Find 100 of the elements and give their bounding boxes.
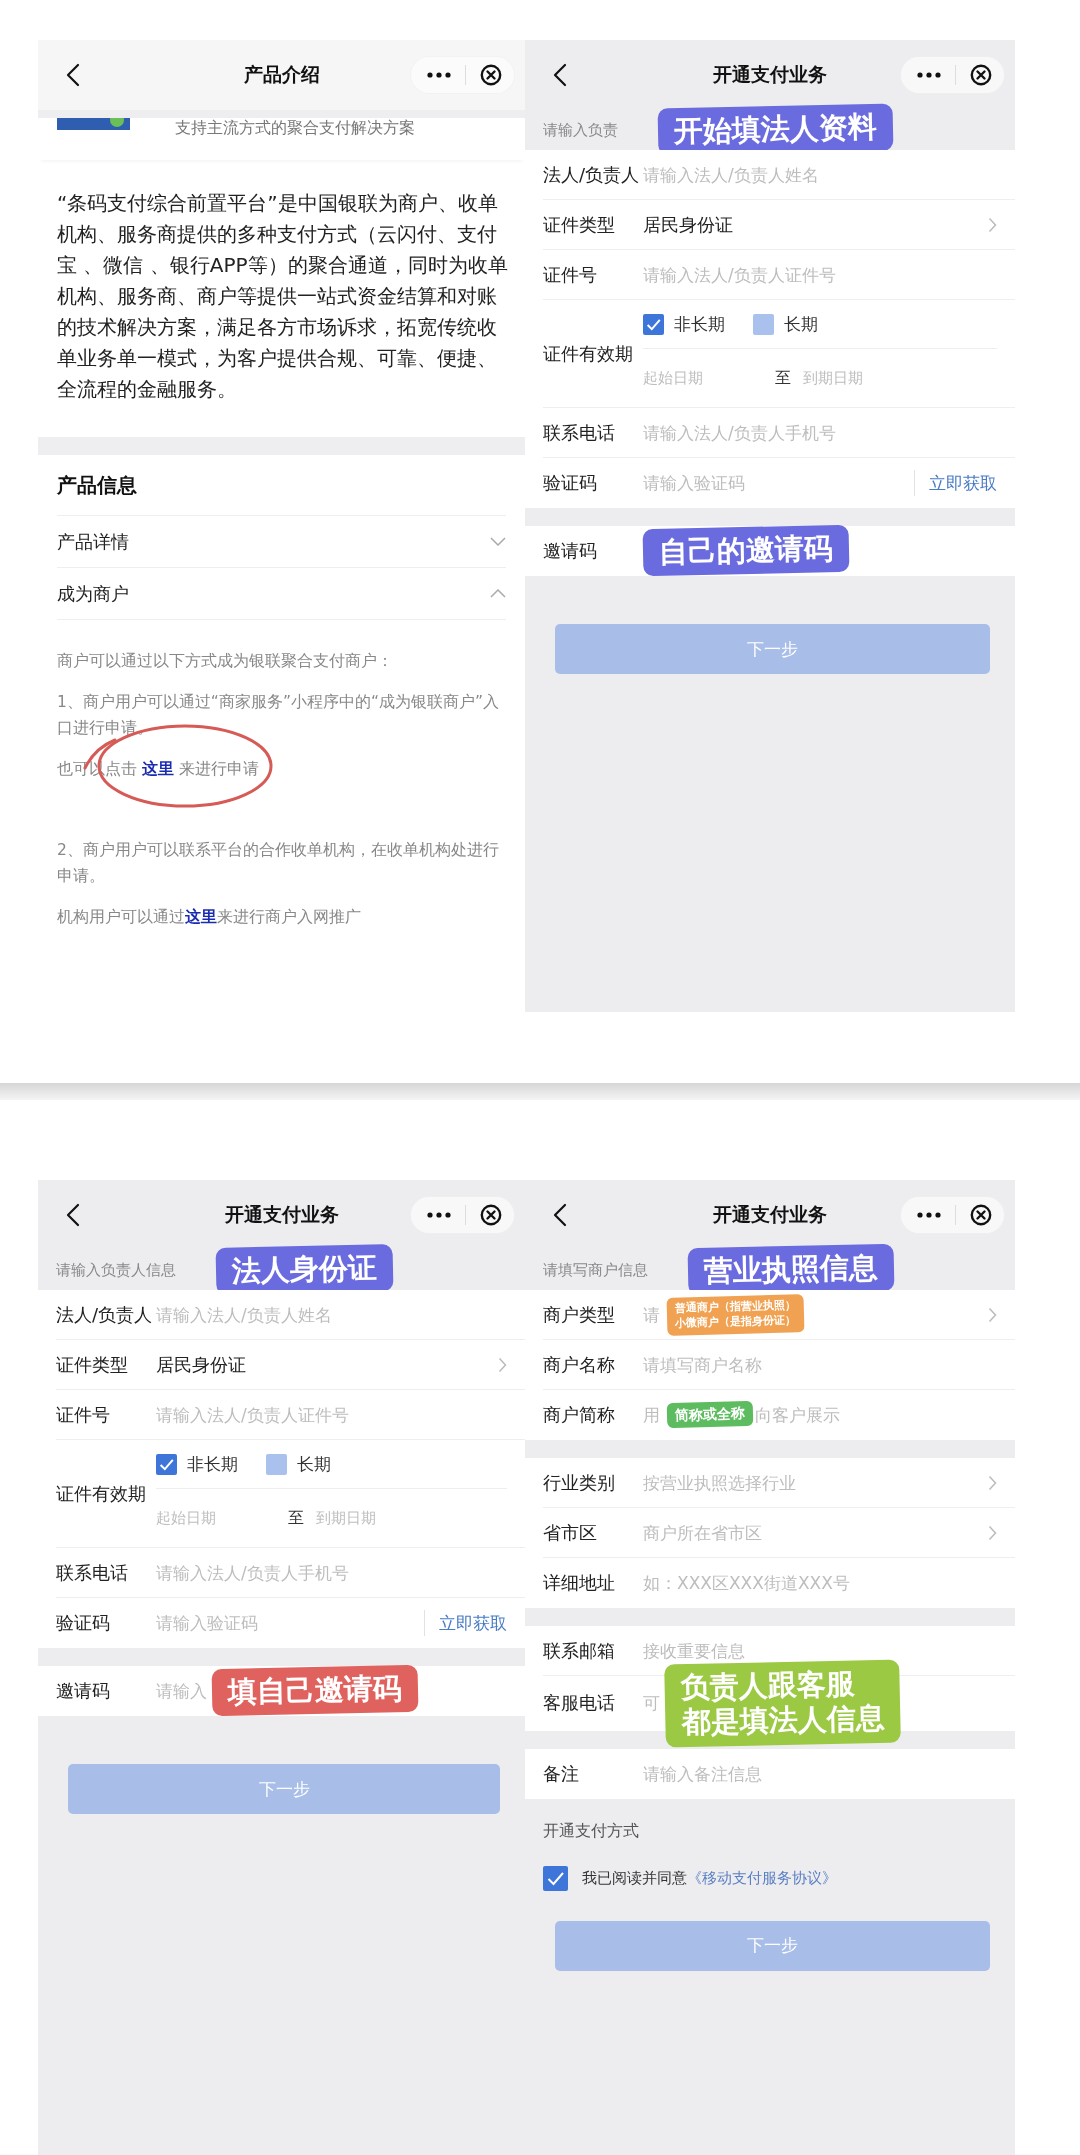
close-icon[interactable] bbox=[480, 1204, 502, 1226]
body-text: 机构用户可以通过这里来进行商户入网推广 bbox=[57, 907, 362, 928]
input-field[interactable]: 请输入备注信息 bbox=[643, 1760, 997, 1787]
field-label: 证件有效期 bbox=[543, 341, 634, 366]
page-title: 开通支付业务 bbox=[713, 1202, 827, 1227]
separator-text: 至 bbox=[288, 1507, 304, 1529]
checkbox[interactable] bbox=[643, 313, 664, 335]
date-field[interactable]: 起始日期 bbox=[643, 365, 775, 391]
input-field[interactable]: 请输入法人/负责人手机号 bbox=[156, 1559, 507, 1586]
more-icon[interactable] bbox=[427, 72, 451, 78]
here-link[interactable]: 这里 bbox=[185, 908, 217, 926]
date-field[interactable]: 到期日期 bbox=[316, 1505, 448, 1531]
field-label: 商户简称 bbox=[543, 1403, 616, 1427]
field-label: 行业类别 bbox=[543, 1470, 616, 1495]
field-label: 联系邮箱 bbox=[543, 1638, 616, 1663]
separator-text: 至 bbox=[775, 367, 791, 389]
input-field[interactable]: 请输入 bbox=[156, 1678, 213, 1704]
back-icon[interactable] bbox=[66, 1203, 80, 1227]
page-title: 开通支付业务 bbox=[224, 1202, 339, 1227]
back-icon[interactable] bbox=[553, 1203, 567, 1227]
input-field[interactable]: 请输入法人/负责人手机号 bbox=[643, 419, 997, 446]
field-label: 证件类型 bbox=[56, 1352, 129, 1377]
agreement-link[interactable]: 《移动支付服务协议》 bbox=[687, 1869, 837, 1886]
accordion-item[interactable]: 产品详情 bbox=[57, 515, 506, 567]
input-field[interactable]: 可 bbox=[643, 1690, 666, 1717]
checkbox[interactable] bbox=[543, 1865, 568, 1891]
chevron-right-icon bbox=[988, 1474, 997, 1491]
option-label[interactable]: 非长期 bbox=[674, 312, 725, 336]
section-hint: 开通支付方式 bbox=[542, 1819, 640, 1842]
section-hint: 请输入负责人信息 bbox=[56, 1260, 176, 1280]
get-code-link[interactable]: 立即获取 bbox=[929, 471, 997, 495]
option-label[interactable]: 非长期 bbox=[187, 1452, 238, 1476]
field-label: 商户类型 bbox=[543, 1302, 616, 1327]
accordion-item[interactable]: 成为商户 bbox=[57, 567, 506, 619]
option-label[interactable]: 长期 bbox=[784, 312, 818, 336]
agreement-text: 我已阅读并同意《移动支付服务协议》 bbox=[582, 1868, 837, 1888]
field-label: 法人/负责人 bbox=[543, 162, 641, 187]
section-hint: 请输入负责 bbox=[543, 120, 618, 140]
more-icon[interactable] bbox=[427, 1212, 451, 1218]
field-label: 证件号 bbox=[543, 262, 598, 287]
page-title: 产品介绍 bbox=[243, 62, 320, 87]
here-link[interactable]: 这里 bbox=[141, 760, 174, 778]
back-icon[interactable] bbox=[553, 63, 567, 87]
body-text: 商户可以通过以下方式成为银联聚合支付商户： bbox=[57, 651, 394, 672]
input-field[interactable]: 请输入验证码 bbox=[156, 1610, 410, 1636]
annotation-text: 负责人跟客服 bbox=[680, 1666, 856, 1705]
field-label: 法人/负责人 bbox=[56, 1302, 154, 1327]
chevron-right-icon bbox=[498, 1356, 507, 1373]
more-icon[interactable] bbox=[917, 1212, 941, 1218]
checkbox[interactable] bbox=[156, 1453, 177, 1475]
field-label: 商户名称 bbox=[543, 1352, 616, 1377]
field-label: 验证码 bbox=[56, 1611, 111, 1635]
chevron-right-icon bbox=[988, 1306, 997, 1323]
annotation-label: 自己的邀请码 bbox=[642, 525, 850, 577]
section-title: 产品信息 bbox=[56, 471, 138, 499]
select-field[interactable]: 请 bbox=[643, 1301, 666, 1328]
checkbox[interactable] bbox=[266, 1453, 287, 1475]
back-icon[interactable] bbox=[66, 63, 80, 87]
input-field[interactable]: 请输入法人/负责人姓名 bbox=[643, 161, 997, 188]
field-label: 证件号 bbox=[56, 1402, 111, 1427]
close-icon[interactable] bbox=[480, 64, 502, 86]
annotation-text: 普通商户（指营业执照） bbox=[674, 1298, 797, 1315]
input-field[interactable]: 用 bbox=[643, 1402, 666, 1428]
select-field[interactable]: 按营业执照选择行业 bbox=[643, 1469, 978, 1496]
chevron-right-icon bbox=[988, 1524, 997, 1541]
more-icon[interactable] bbox=[917, 72, 941, 78]
field-label: 详细地址 bbox=[543, 1571, 616, 1595]
field-label: 备注 bbox=[543, 1761, 580, 1786]
input-field[interactable]: 接收重要信息 bbox=[643, 1637, 997, 1664]
input-field[interactable]: 如：XXX区XXX街道XXX号 bbox=[643, 1570, 997, 1596]
description-text: “条码支付综合前置平台”是中国银联为商户、收单机构、服务商提供的多种支付方式（云闪付、支付宝 、微信 、银行APP等）的聚合通道，同时为收单机构、服务商、商户等提供一站式资金结算和对账的技术解决方案，满足各方市场诉求，拓宽传统收单业务单一模式，为客户提供合规、可靠、便捷、全流程的金融服务。 bbox=[56, 190, 509, 403]
select-value[interactable]: 居民身份证 bbox=[156, 1352, 246, 1377]
date-field[interactable]: 到期日期 bbox=[803, 365, 935, 391]
field-label: 邀请码 bbox=[543, 539, 598, 563]
field-label: 联系电话 bbox=[56, 1560, 129, 1585]
field-label: 客服电话 bbox=[543, 1691, 616, 1716]
input-field[interactable]: 请输入验证码 bbox=[643, 470, 900, 496]
option-label[interactable]: 长期 bbox=[297, 1452, 331, 1476]
annotation-label: 简称或全称 bbox=[666, 1401, 754, 1429]
close-icon[interactable] bbox=[970, 64, 992, 86]
date-field[interactable]: 起始日期 bbox=[156, 1505, 288, 1531]
input-field[interactable]: 请输入法人/负责人证件号 bbox=[156, 1401, 507, 1428]
field-label: 证件类型 bbox=[543, 212, 616, 237]
select-value[interactable]: 居民身份证 bbox=[643, 212, 733, 237]
placeholder-text: 向客户展示 bbox=[755, 1403, 841, 1427]
page-title: 开通支付业务 bbox=[713, 62, 827, 87]
input-field[interactable]: 请输入法人/负责人姓名 bbox=[156, 1301, 507, 1328]
input-field[interactable]: 请填写商户名称 bbox=[643, 1351, 997, 1378]
banner-text: 支持主流方式的聚合支付解决方案 bbox=[175, 118, 415, 138]
close-icon[interactable] bbox=[970, 1204, 992, 1226]
chevron-right-icon bbox=[988, 216, 997, 233]
get-code-link[interactable]: 立即获取 bbox=[439, 1611, 507, 1635]
section-hint: 请填写商户信息 bbox=[543, 1260, 648, 1280]
input-field[interactable]: 请输入法人/负责人证件号 bbox=[643, 261, 997, 288]
select-field[interactable]: 商户所在省市区 bbox=[643, 1519, 978, 1546]
checkbox[interactable] bbox=[753, 313, 774, 335]
field-label: 省市区 bbox=[543, 1520, 598, 1545]
body-text: 2、商户用户可以联系平台的合作收单机构，在收单机构处进行申请。 bbox=[57, 840, 500, 887]
field-label: 验证码 bbox=[543, 471, 598, 495]
field-label: 联系电话 bbox=[543, 420, 616, 445]
